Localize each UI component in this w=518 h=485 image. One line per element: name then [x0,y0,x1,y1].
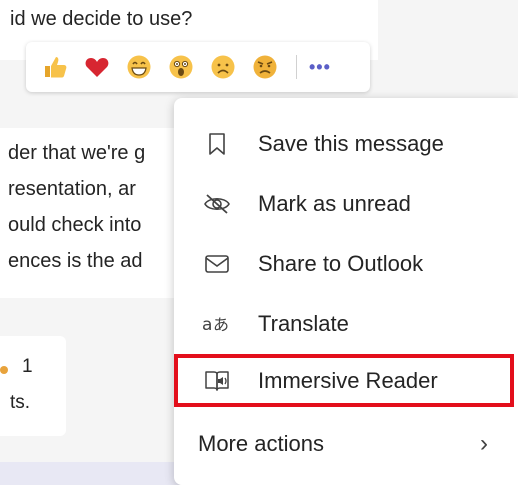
message-line: ould check into [8,214,142,236]
message-line: resentation, ar [8,178,136,200]
svg-text:あ: あ [213,315,229,334]
menu-item-label: Share to Outlook [258,251,424,276]
angry-icon[interactable] [252,54,278,80]
unread-eye-icon [202,189,232,219]
menu-item-label: More actions [198,431,324,456]
more-options-button[interactable]: ••• [309,57,331,78]
mail-icon [202,249,232,279]
surprised-icon[interactable] [168,54,194,80]
svg-text:a: a [202,315,212,335]
sad-icon[interactable] [210,54,236,80]
menu-item-label: Translate [258,311,349,336]
heart-icon[interactable] [84,54,110,80]
menu-item-immersive-reader[interactable]: Immersive Reader [174,354,518,408]
reaction-bar: ••• [26,42,370,92]
context-menu: Save this message Mark as unread Share t… [174,98,518,485]
message-top-text: id we decide to use? [10,8,193,30]
immersive-reader-icon [202,366,232,396]
message-card: 1 ts. [0,336,66,436]
selected-message-strip [0,462,180,485]
menu-item-label: Save this message [258,131,444,156]
menu-item-more-actions[interactable]: More actions › [174,414,518,474]
card-line: 1 [22,356,33,377]
menu-item-share-outlook[interactable]: Share to Outlook [174,234,518,294]
message-body: der that we're g resentation, ar ould ch… [0,128,190,298]
menu-item-save-message[interactable]: Save this message [174,114,518,174]
message-line: der that we're g [8,142,146,164]
thumbs-up-icon[interactable] [42,54,68,80]
menu-item-mark-unread[interactable]: Mark as unread [174,174,518,234]
status-dot [0,366,8,374]
message-line: ences is the ad [8,250,143,272]
chevron-right-icon: › [480,430,488,457]
menu-item-label: Mark as unread [258,191,411,216]
translate-icon: a あ [202,309,232,339]
bookmark-icon [202,129,232,159]
laugh-icon[interactable] [126,54,152,80]
card-line: ts. [10,392,31,413]
reaction-divider [296,55,297,79]
menu-item-translate[interactable]: a あ Translate [174,294,518,354]
menu-item-label: Immersive Reader [258,368,438,393]
